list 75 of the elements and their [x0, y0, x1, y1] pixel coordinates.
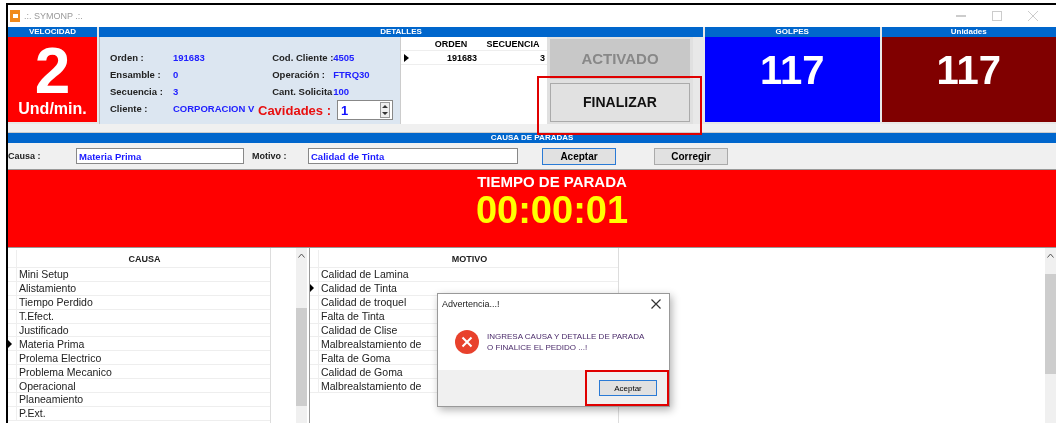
panel-header: VELOCIDAD: [8, 27, 97, 37]
column-header: CAUSA: [127, 253, 162, 264]
window-title: .:. SYMONP .:.: [24, 11, 83, 21]
scroll-up-icon[interactable]: [298, 253, 305, 258]
panel-header: GOLPES: [705, 27, 880, 37]
maximize-icon[interactable]: [992, 11, 1002, 21]
reason-field[interactable]: Calidad de Tinta: [308, 148, 518, 164]
dialog-title: Advertencia...!: [442, 299, 500, 309]
form-button[interactable]: Aceptar: [542, 147, 616, 165]
scrollbar[interactable]: [296, 248, 307, 423]
column-header: ORDEN: [433, 39, 469, 49]
list-item[interactable]: Calidad de Goma: [319, 365, 403, 378]
table-cell-text: 3: [539, 52, 545, 63]
units-count: 117: [936, 48, 1001, 94]
cavities-spinner[interactable]: 1: [337, 100, 393, 120]
field-value: CORPORACION V: [173, 103, 255, 114]
cause-field[interactable]: Materia Prima: [76, 148, 244, 164]
field-label: Cant. Solicita: [272, 86, 333, 97]
list-item[interactable]: Calidad de troquel: [319, 296, 407, 309]
action-button[interactable]: FINALIZAR: [550, 82, 690, 122]
field-value: 0: [173, 69, 179, 80]
list-item[interactable]: Calidad de Lamina: [319, 268, 409, 281]
field-label: Operación :: [272, 69, 326, 80]
error-icon: [455, 330, 479, 354]
field-value: 3: [173, 86, 179, 97]
list-item[interactable]: Materia Prima: [17, 337, 85, 350]
strokes-count: 117: [760, 48, 825, 94]
field-value: 4505: [333, 52, 355, 63]
timer-title: TIEMPO DE PARADA: [477, 173, 627, 190]
field-label: Motivo :: [252, 151, 288, 161]
list-item[interactable]: Tiempo Perdido: [17, 296, 93, 309]
list-item[interactable]: Falta de Goma: [319, 351, 391, 364]
panel-header: Unidades: [881, 27, 1056, 37]
field-label: Orden :: [110, 52, 145, 63]
scrollbar[interactable]: [1045, 248, 1056, 423]
field-value: FTRQ30: [333, 69, 370, 80]
row-pointer-icon: [403, 53, 409, 62]
panel-header: DETALLES: [99, 27, 703, 37]
timer-value: 00:00:01: [475, 190, 629, 230]
form-button[interactable]: Corregir: [654, 147, 728, 165]
list-item[interactable]: Planeamiento: [17, 393, 84, 406]
field-value: 191683: [173, 52, 205, 63]
list-item[interactable]: Calidad de Tinta: [319, 282, 397, 295]
field-label: Ensamble :: [110, 69, 162, 80]
dialog-message: INGRESA CAUSA Y DETALLE DE PARADA O FINALICE EL PEDIDO ...!: [487, 331, 645, 353]
field-label: Cod. Cliente :: [272, 52, 334, 63]
speed-unit: Und/min.: [18, 100, 87, 118]
field-label: Cliente :: [110, 103, 149, 114]
list-item[interactable]: T.Efect.: [17, 310, 54, 323]
list-item[interactable]: Alistamiento: [17, 282, 77, 295]
list-item[interactable]: P.Ext.: [17, 407, 46, 420]
speed-value: 2: [34, 42, 71, 100]
cavities-label: Cavidades :: [258, 102, 331, 118]
column-header: MOTIVO: [450, 253, 489, 264]
column-header: SECUENCIA: [485, 39, 541, 49]
close-icon[interactable]: [651, 299, 661, 309]
list-item[interactable]: Malbrealstamiento de: [319, 379, 422, 392]
list-item[interactable]: Mini Setup: [17, 268, 69, 281]
spinner-arrows-icon[interactable]: [380, 102, 390, 118]
app-logo-icon: [10, 10, 20, 22]
list-item[interactable]: Calidad de Clise: [319, 324, 398, 336]
table-cell-text: 191683: [445, 52, 478, 63]
list-item[interactable]: Problema Mecanico: [17, 365, 112, 378]
field-value: 100: [333, 86, 350, 97]
list-item[interactable]: Operacional: [17, 379, 76, 392]
field-label: Secuencia :: [110, 86, 164, 97]
ok-button[interactable]: Aceptar: [599, 380, 657, 396]
field-label: Causa :: [8, 151, 42, 161]
list-item[interactable]: Prolema Electrico: [17, 351, 102, 364]
scroll-up-icon[interactable]: [1047, 253, 1054, 258]
list-item[interactable]: Falta de Tinta: [319, 310, 385, 323]
row-pointer-icon: [310, 284, 314, 293]
section-header: CAUSA DE PARADAS: [8, 133, 1056, 143]
list-item[interactable]: Malbrealstamiento de: [319, 337, 422, 350]
list-item[interactable]: Justificado: [17, 324, 69, 336]
